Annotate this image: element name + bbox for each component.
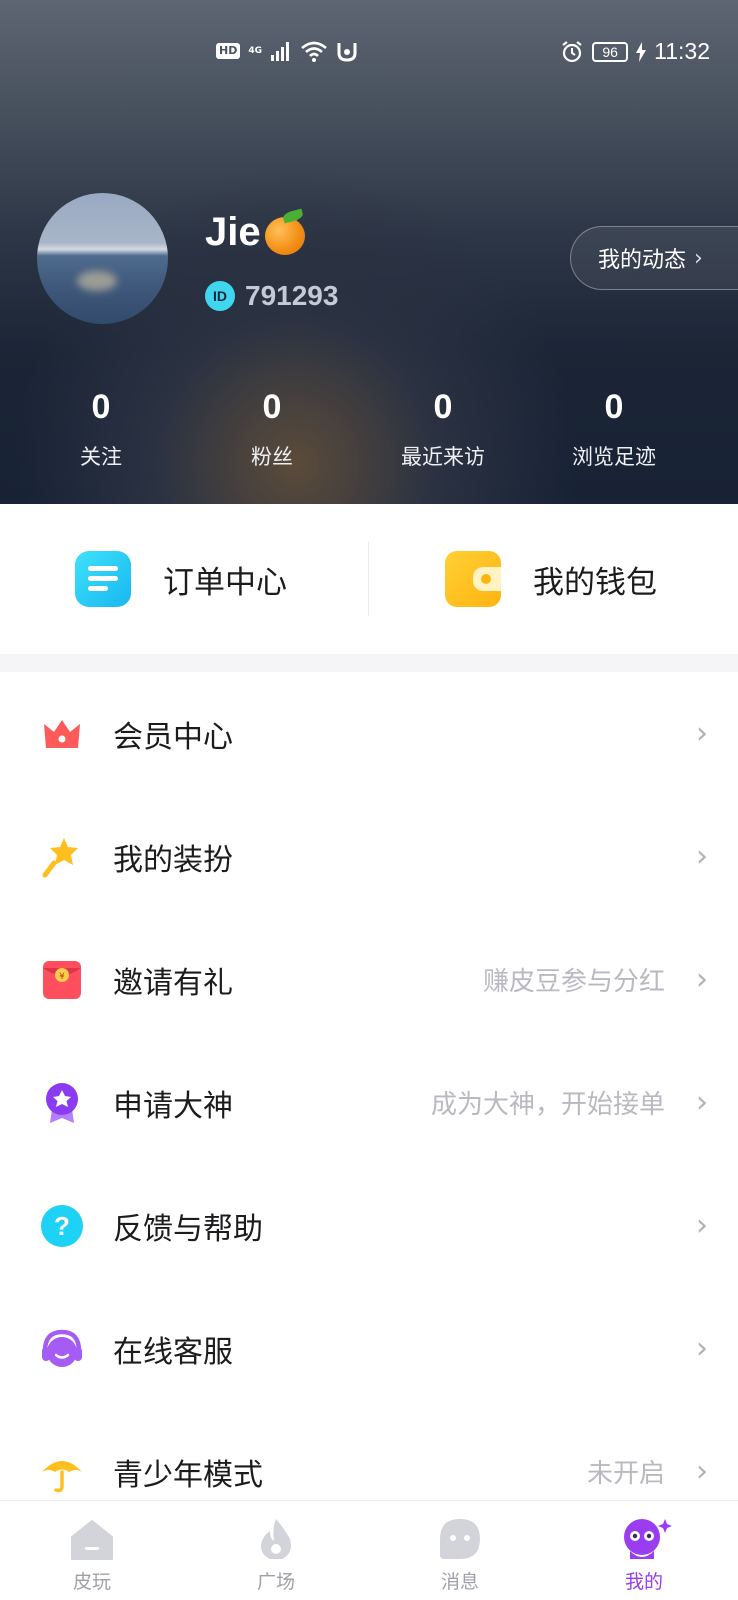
- charging-icon: [636, 41, 647, 62]
- tab-label: 消息: [440, 1571, 479, 1593]
- magic-wand-icon: [42, 837, 78, 877]
- menu-hint: 成为大神，开始接单: [430, 1090, 665, 1120]
- status-icons-right: 96 11:32: [560, 38, 710, 65]
- profile-header: HD 4G 96 11:32 Jie ID 791293 我的动态 › 0 关注…: [0, 0, 738, 504]
- my-wallet-label: 我的钱包: [533, 564, 657, 601]
- headset-icon: [42, 1329, 82, 1367]
- alarm-icon: [562, 40, 582, 62]
- menu-item-vip-center[interactable]: 会员中心 ›: [0, 672, 738, 795]
- menu-item-apply-master[interactable]: 申请大神 成为大神，开始接单 ›: [0, 1041, 738, 1164]
- menu-item-online-support[interactable]: 在线客服 ›: [0, 1287, 738, 1410]
- id-icon: ID: [205, 281, 235, 311]
- svg-text:¥: ¥: [59, 972, 65, 982]
- red-envelope-icon: ¥: [43, 960, 81, 999]
- order-center-label: 订单中心: [163, 564, 287, 601]
- status-time: 11:32: [654, 38, 710, 64]
- stat-label: 粉丝: [251, 445, 293, 469]
- order-list-icon: [75, 551, 131, 607]
- tab-label: 皮玩: [72, 1571, 111, 1593]
- menu-label: 会员中心: [113, 719, 233, 755]
- menu-label: 邀请有礼: [113, 965, 233, 1001]
- battery-indicator: 96: [592, 41, 629, 62]
- question-icon: ?: [41, 1204, 83, 1247]
- stat-value: 0: [91, 388, 111, 426]
- chat-icon: [440, 1519, 480, 1559]
- home-icon: [71, 1520, 113, 1560]
- stat-browse-history[interactable]: 0 浏览足迹: [529, 385, 699, 471]
- umbrella-icon: [42, 1460, 82, 1492]
- stat-label: 关注: [80, 445, 122, 469]
- stat-value: 0: [433, 388, 453, 426]
- chevron-right-icon: ›: [696, 1208, 708, 1243]
- menu-label: 反馈与帮助: [113, 1211, 263, 1247]
- stats-row: 0 关注 0 粉丝 0 最近来访 0 浏览足迹: [0, 385, 738, 485]
- network-type: 4G: [248, 46, 262, 56]
- order-center-button[interactable]: 订单中心: [0, 504, 369, 654]
- bottom-tab-bar: 皮玩 广场 消息 我的: [0, 1500, 738, 1600]
- stat-following[interactable]: 0 关注: [16, 385, 186, 471]
- stat-label: 最近来访: [401, 445, 485, 469]
- status-bar: HD 4G 96 11:32: [0, 38, 738, 70]
- chevron-right-icon: ›: [694, 245, 703, 271]
- tab-square[interactable]: 广场: [184, 1501, 368, 1600]
- medal-icon: [46, 1082, 78, 1123]
- tab-label: 广场: [256, 1571, 295, 1593]
- menu-item-youth-mode[interactable]: 青少年模式 未开启 ›: [0, 1410, 738, 1502]
- my-dynamics-button[interactable]: 我的动态 ›: [570, 226, 738, 290]
- my-wallet-button[interactable]: 我的钱包: [369, 504, 738, 654]
- chevron-right-icon: ›: [696, 839, 708, 874]
- hd-badge: HD: [216, 43, 241, 59]
- quick-actions: 订单中心 我的钱包: [0, 504, 738, 654]
- orange-emoji-icon: [263, 208, 307, 255]
- menu-item-feedback-help[interactable]: ? 反馈与帮助 ›: [0, 1164, 738, 1287]
- chevron-right-icon: ›: [696, 1454, 708, 1489]
- menu-label: 申请大神: [113, 1088, 233, 1124]
- menu-item-invite-rewards[interactable]: ¥ 邀请有礼 赚皮豆参与分红 ›: [0, 918, 738, 1041]
- profile-mascot-icon: [624, 1519, 672, 1559]
- menu-item-my-outfits[interactable]: 我的装扮 ›: [0, 795, 738, 918]
- chevron-right-icon: ›: [696, 1085, 708, 1120]
- stat-followers[interactable]: 0 粉丝: [187, 385, 357, 471]
- chevron-right-icon: ›: [696, 1331, 708, 1366]
- tab-mine[interactable]: 我的: [552, 1501, 736, 1600]
- tab-piwan[interactable]: 皮玩: [0, 1501, 184, 1600]
- stat-label: 浏览足迹: [572, 445, 656, 469]
- username: Jie: [205, 208, 307, 255]
- tab-messages[interactable]: 消息: [368, 1501, 552, 1600]
- app-notification-icon: [337, 43, 357, 62]
- username-text: Jie: [205, 210, 261, 254]
- settings-menu: 会员中心 › 我的装扮 › ¥ 邀请有礼 赚皮豆参与分红 › 申请大神 成为大神…: [0, 672, 738, 1502]
- menu-label: 青少年模式: [113, 1457, 263, 1493]
- wifi-icon: [301, 41, 327, 62]
- my-dynamics-label: 我的动态: [598, 248, 687, 273]
- stat-value: 0: [604, 388, 624, 426]
- stat-value: 0: [262, 388, 282, 426]
- chevron-right-icon: ›: [696, 716, 708, 751]
- stat-recent-visitors[interactable]: 0 最近来访: [358, 385, 528, 471]
- user-id: ID 791293: [205, 280, 338, 312]
- chevron-right-icon: ›: [696, 962, 708, 997]
- tab-label: 我的: [624, 1571, 663, 1593]
- avatar[interactable]: [37, 193, 168, 324]
- signal-icon: [271, 42, 289, 61]
- user-id-value: 791293: [245, 280, 339, 311]
- crown-icon: [44, 719, 80, 748]
- status-icons-left: HD 4G: [216, 40, 358, 62]
- menu-hint: 未开启: [586, 1459, 665, 1489]
- svg-text:?: ?: [54, 1211, 70, 1241]
- menu-hint: 赚皮豆参与分红: [482, 967, 665, 997]
- menu-label: 我的装扮: [113, 842, 233, 878]
- wallet-icon: [445, 551, 501, 607]
- flame-icon: [261, 1519, 291, 1559]
- menu-label: 在线客服: [113, 1334, 233, 1370]
